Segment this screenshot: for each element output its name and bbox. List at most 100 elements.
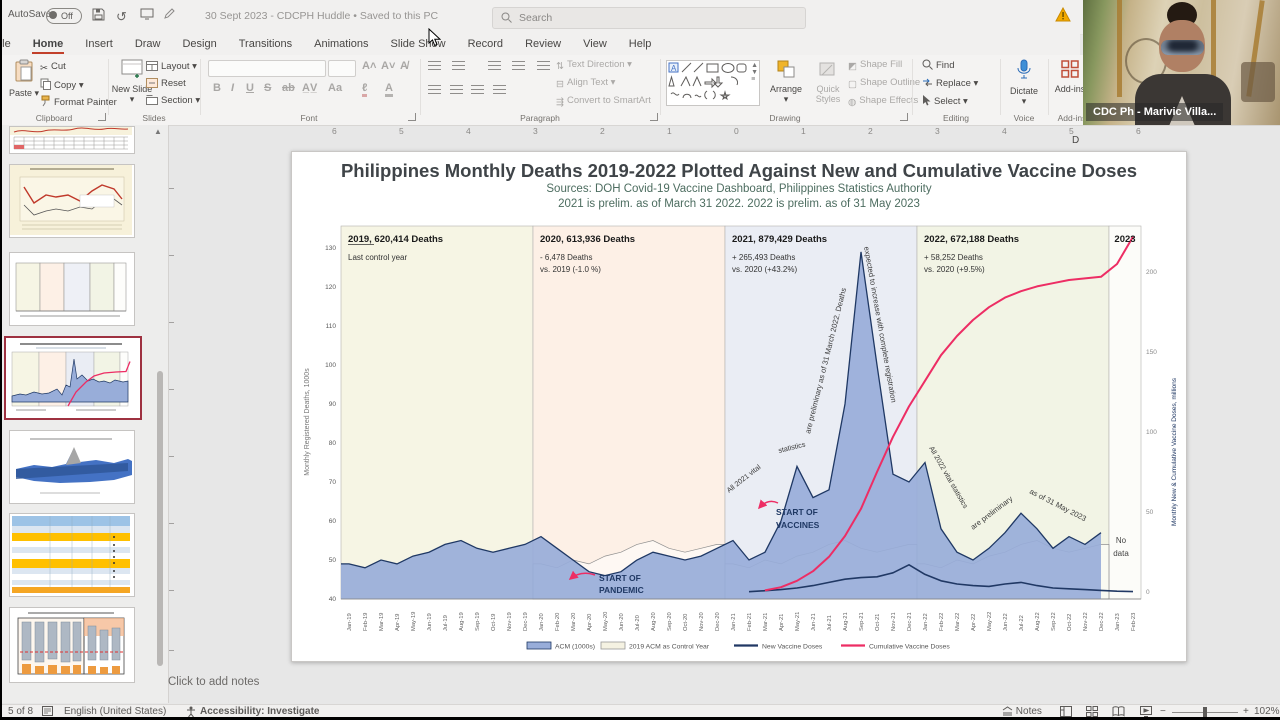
cut-button[interactable]: ✂ Cut bbox=[40, 61, 66, 76]
indent-buttons[interactable] bbox=[488, 61, 551, 76]
slide-thumbnail-6[interactable] bbox=[9, 513, 135, 597]
tab-design[interactable]: Design bbox=[171, 35, 227, 54]
slide-thumbnail-2[interactable] bbox=[9, 164, 135, 238]
zoom-percentage[interactable]: 102% bbox=[1254, 706, 1280, 717]
font-group-label: Font bbox=[300, 113, 318, 123]
right-axis-title: Monthly New & Cumulative Vaccine Doses, … bbox=[1171, 377, 1178, 526]
shape-effects-button[interactable]: ◍ Shape Effects bbox=[848, 95, 918, 110]
voice-group-label: Voice bbox=[1013, 113, 1035, 123]
text-shadow-button[interactable]: ab bbox=[282, 82, 295, 94]
menu-tabs: FileHomeInsertDrawDesignTransitionsAnima… bbox=[0, 34, 1080, 54]
find-button[interactable]: Find bbox=[922, 59, 954, 74]
tab-transitions[interactable]: Transitions bbox=[228, 35, 303, 54]
tab-animations[interactable]: Animations bbox=[303, 35, 379, 54]
search-input[interactable]: Search bbox=[492, 7, 806, 29]
present-icon[interactable] bbox=[140, 8, 154, 23]
slide-thumbnail-5[interactable] bbox=[9, 430, 135, 504]
shapes-scroll-up[interactable]: ▲ ▼ ≡ bbox=[751, 62, 758, 83]
font-name-field[interactable] bbox=[208, 60, 326, 77]
addins-label: Add-ins bbox=[1054, 84, 1086, 94]
shape-outline-button[interactable]: ▢ Shape Outline bbox=[848, 77, 920, 92]
slide-thumbnail-4-selected[interactable] bbox=[4, 336, 142, 420]
arrange-icon bbox=[764, 59, 808, 81]
notes-indicator-icon[interactable] bbox=[42, 706, 53, 717]
align-buttons[interactable] bbox=[428, 85, 506, 100]
undo-icon[interactable]: ↺ bbox=[116, 9, 127, 25]
x-axis-label: May-21 bbox=[795, 612, 801, 631]
tab-slide-show[interactable]: Slide Show bbox=[380, 35, 457, 54]
slide-canvas[interactable]: Philippines Monthly Deaths 2019-2022 Plo… bbox=[291, 151, 1187, 662]
slide-thumbnail-1[interactable] bbox=[9, 126, 135, 154]
drawing-dialog-launcher[interactable] bbox=[900, 113, 908, 121]
warning-icon[interactable] bbox=[1055, 6, 1071, 25]
notes-placeholder[interactable]: Click to add notes bbox=[168, 676, 259, 688]
deaths-vaccines-chart[interactable]: 40 50 60 70 80 90 100 110 120 130 0 50 100 150 200 Mont… bbox=[292, 152, 1186, 661]
slides-group-label: Slides bbox=[142, 113, 166, 123]
highlight-color-button[interactable]: ℓ bbox=[362, 82, 368, 97]
search-icon bbox=[501, 12, 512, 23]
quick-styles-button[interactable]: Quick Styles bbox=[806, 58, 850, 104]
language-selector[interactable]: English (United States) bbox=[64, 706, 166, 717]
autosave-toggle[interactable]: Off bbox=[46, 8, 82, 24]
strikethrough-button[interactable]: S bbox=[264, 82, 271, 94]
slide-thumbnail-3[interactable] bbox=[9, 252, 135, 326]
underline-button[interactable]: U bbox=[246, 82, 254, 94]
shape-fill-button[interactable]: ◩ Shape Fill bbox=[848, 59, 902, 74]
pen-icon[interactable] bbox=[163, 8, 175, 23]
tab-insert[interactable]: Insert bbox=[74, 35, 124, 54]
copy-button[interactable]: Copy ▾ bbox=[40, 78, 84, 93]
tab-view[interactable]: View bbox=[572, 35, 618, 54]
reset-button[interactable]: Reset bbox=[146, 78, 186, 93]
arrange-button[interactable]: Arrange ▾ bbox=[764, 58, 808, 104]
shape-fill-label: Shape Fill bbox=[859, 59, 903, 70]
bold-button[interactable]: B bbox=[213, 82, 221, 94]
clear-format-button[interactable]: A̸ bbox=[400, 60, 408, 72]
slide-thumbnail-7[interactable] bbox=[9, 607, 135, 683]
italic-button[interactable]: I bbox=[231, 82, 234, 94]
save-icon[interactable] bbox=[92, 8, 105, 24]
tab-help[interactable]: Help bbox=[618, 35, 663, 54]
panel-subtext-2019: Last control year bbox=[348, 253, 407, 262]
tab-home[interactable]: Home bbox=[22, 35, 75, 54]
font-dialog-launcher[interactable] bbox=[408, 113, 416, 121]
shapes-gallery[interactable]: A ▲ ▼ ≡ bbox=[666, 60, 760, 106]
font-color-button[interactable]: A bbox=[385, 82, 393, 97]
right-axis-tick: 50 bbox=[1146, 509, 1154, 516]
change-case-button[interactable]: Aa bbox=[328, 82, 342, 94]
left-axis-tick: 130 bbox=[325, 245, 336, 252]
format-painter-button[interactable]: Format Painter bbox=[40, 95, 117, 110]
find-label: Find bbox=[936, 60, 955, 71]
layout-button[interactable]: Layout ▾ bbox=[146, 61, 197, 76]
notes-toggle-button[interactable]: Notes bbox=[1002, 706, 1042, 717]
tab-draw[interactable]: Draw bbox=[124, 35, 172, 54]
x-axis-label: Jan-19 bbox=[347, 613, 353, 631]
section-button[interactable]: Section ▾ bbox=[146, 95, 200, 110]
autosave-label: AutoSave bbox=[8, 9, 52, 20]
font-size-field[interactable] bbox=[328, 60, 356, 77]
accessibility-status[interactable]: Accessibility: Investigate bbox=[200, 706, 320, 717]
clipboard-dialog-launcher[interactable] bbox=[98, 113, 106, 121]
dictate-button[interactable]: Dictate ▾ bbox=[1004, 58, 1044, 106]
tab-file[interactable]: File bbox=[0, 35, 22, 54]
scroll-up-arrow[interactable]: ▲ bbox=[154, 127, 162, 136]
shrink-font-button[interactable]: A˅ bbox=[381, 60, 395, 72]
convert-smartart-button[interactable]: ⇶ Convert to SmartArt bbox=[556, 95, 651, 110]
bullets-button[interactable] bbox=[428, 61, 465, 76]
align-text-button[interactable]: ⊟ Align Text ▾ bbox=[556, 77, 615, 92]
grow-font-button[interactable]: A˄ bbox=[362, 60, 376, 72]
char-spacing-button[interactable]: A̲V̲ bbox=[302, 82, 317, 94]
editing-group-label: Editing bbox=[943, 113, 969, 123]
text-direction-button[interactable]: ⇅ Text Direction ▾ bbox=[556, 59, 632, 74]
thumbnail-scrollbar[interactable] bbox=[157, 371, 163, 666]
zoom-out-button[interactable]: − bbox=[1160, 706, 1166, 717]
paragraph-dialog-launcher[interactable] bbox=[650, 113, 658, 121]
tab-review[interactable]: Review bbox=[514, 35, 572, 54]
tab-record[interactable]: Record bbox=[457, 35, 514, 54]
webcam-overlay[interactable]: CDC Ph - Marivic Villa... bbox=[1083, 0, 1280, 125]
select-button[interactable]: Select ▾ bbox=[922, 95, 968, 110]
zoom-in-button[interactable]: + bbox=[1243, 706, 1249, 717]
x-axis-label: Feb-21 bbox=[747, 613, 753, 631]
zoom-slider-thumb[interactable] bbox=[1203, 707, 1207, 717]
replace-button[interactable]: Replace ▾ bbox=[922, 77, 978, 92]
annotation-start-vaccines: START OF bbox=[776, 507, 818, 517]
